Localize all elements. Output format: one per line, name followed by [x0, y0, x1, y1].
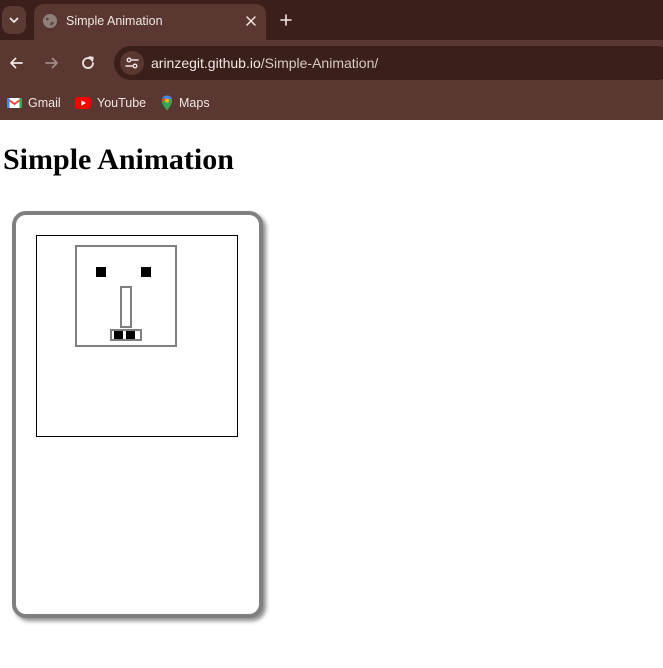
bookmark-label: YouTube [97, 96, 147, 110]
mouth [110, 329, 142, 341]
tune-icon [125, 57, 139, 69]
arrow-left-icon [10, 57, 23, 69]
globe-icon [43, 14, 57, 28]
tab-strip: Simple Animation [0, 0, 663, 40]
plus-icon [280, 14, 292, 26]
gmail-icon [7, 98, 22, 108]
site-info-button[interactable] [120, 51, 144, 75]
close-icon [246, 16, 256, 26]
url-path: /Simple-Animation/ [260, 55, 379, 71]
tooth [126, 331, 135, 339]
url-domain: arinzegit.github.io [151, 55, 261, 71]
nose [120, 286, 132, 328]
back-button[interactable] [5, 52, 27, 74]
arrow-right-icon [45, 57, 58, 69]
face [75, 245, 177, 347]
active-tab[interactable]: Simple Animation [34, 4, 266, 40]
youtube-icon [75, 97, 91, 109]
maps-icon [161, 95, 173, 111]
chevron-down-icon [9, 17, 19, 23]
browser-toolbar: arinzegit.github.io/Simple-Animation/ [0, 40, 663, 86]
left-eye [96, 267, 106, 277]
reload-button[interactable] [77, 52, 99, 74]
tab-title: Simple Animation [66, 14, 163, 28]
animation-screen [36, 235, 238, 437]
tab-search-button[interactable] [2, 6, 26, 34]
mouth-gap [135, 331, 137, 339]
bookmark-label: Maps [179, 96, 210, 110]
url-text[interactable]: arinzegit.github.io/Simple-Animation/ [151, 55, 378, 71]
bookmark-gmail[interactable]: Gmail [7, 93, 61, 113]
phone-frame [12, 211, 263, 618]
reload-icon [82, 56, 94, 69]
bookmark-label: Gmail [28, 96, 61, 110]
tooth [114, 331, 123, 339]
address-bar[interactable]: arinzegit.github.io/Simple-Animation/ [114, 46, 663, 80]
right-eye [141, 267, 151, 277]
new-tab-button[interactable] [276, 10, 296, 30]
bookmarks-bar: Gmail YouTube Maps [0, 86, 663, 120]
page-title: Simple Animation [3, 143, 234, 176]
bookmark-youtube[interactable]: YouTube [75, 93, 146, 113]
tab-close-button[interactable] [242, 12, 260, 30]
forward-button[interactable] [41, 52, 63, 74]
bookmark-maps[interactable]: Maps [161, 93, 210, 113]
